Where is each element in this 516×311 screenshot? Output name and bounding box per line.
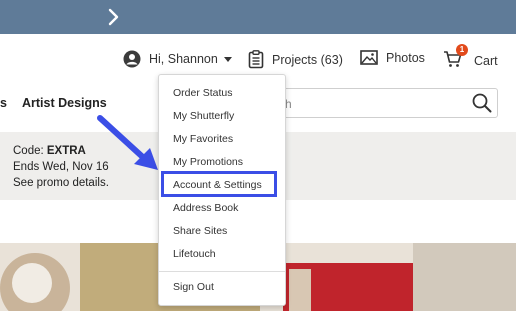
search-placeholder: h — [285, 97, 292, 111]
hero-decor-background — [413, 243, 516, 311]
search-icon[interactable] — [471, 92, 493, 114]
photos-link[interactable]: Photos — [360, 50, 425, 65]
hero-decor-plate-inner — [12, 263, 52, 303]
menu-item-my-favorites[interactable]: My Favorites — [173, 133, 233, 145]
menu-item-share-sites[interactable]: Share Sites — [173, 225, 227, 237]
clipboard-icon — [248, 50, 264, 69]
caret-down-icon — [223, 56, 232, 62]
promo-top-bar — [0, 0, 516, 34]
projects-label: Projects (63) — [272, 52, 343, 67]
promo-code-value: EXTRA — [46, 145, 86, 157]
menu-item-sign-out[interactable]: Sign Out — [173, 281, 214, 293]
promo-details-link[interactable]: See promo details. — [13, 177, 109, 189]
menu-item-lifetouch[interactable]: Lifetouch — [173, 248, 216, 260]
menu-item-my-promotions[interactable]: My Promotions — [173, 156, 243, 168]
annotation-arrow-icon — [97, 115, 158, 170]
cart-count-badge: 1 — [456, 44, 468, 56]
highlight-box — [161, 171, 277, 197]
cart-link[interactable]: 1 Cart — [443, 44, 498, 71]
menu-item-address-book[interactable]: Address Book — [173, 202, 238, 214]
nav-item-partial[interactable]: s — [0, 96, 7, 110]
cart-icon-wrap: 1 — [443, 44, 468, 71]
promo-code-line: Code: EXTRA — [13, 145, 86, 157]
menu-item-order-status[interactable]: Order Status — [173, 87, 233, 99]
menu-divider — [159, 271, 285, 272]
user-avatar-icon — [123, 50, 141, 68]
account-menu-trigger[interactable]: Hi, Shannon — [123, 50, 232, 68]
hero-photo-card — [289, 269, 311, 311]
photo-icon — [360, 50, 378, 65]
page: Hi, Shannon Projects (63) Photos 1 Cart … — [0, 0, 516, 311]
promo-code-prefix: Code: — [13, 145, 47, 157]
projects-link[interactable]: Projects (63) — [248, 50, 343, 69]
cart-label: Cart — [474, 53, 498, 68]
nav-item-artist-designs[interactable]: Artist Designs — [22, 96, 107, 110]
photos-label: Photos — [386, 50, 425, 65]
menu-item-my-shutterfly[interactable]: My Shutterfly — [173, 110, 234, 122]
greeting-label: Hi, Shannon — [149, 52, 218, 66]
account-row: Hi, Shannon Projects (63) Photos 1 Cart — [0, 44, 516, 76]
search-input[interactable]: h — [262, 88, 498, 118]
chevron-right-icon[interactable] — [104, 6, 124, 28]
